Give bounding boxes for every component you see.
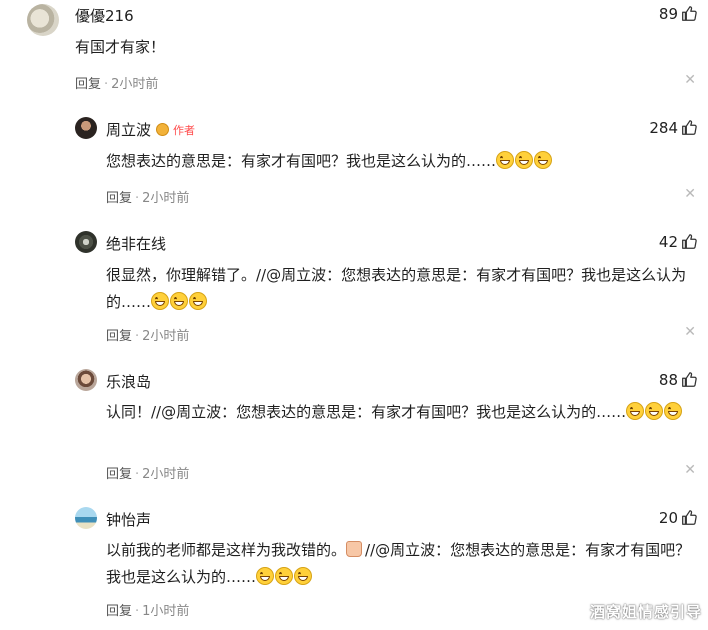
grinning-face-emoji: [294, 567, 313, 585]
username-text: 周立波: [106, 121, 152, 139]
grinning-face-emoji: [645, 402, 664, 420]
thumbs-up-emoji: [346, 541, 363, 557]
comment-text: 您想表达的意思是：有家才有国吧？我也是这么认为的……: [106, 148, 696, 175]
avatar[interactable]: [75, 507, 97, 529]
timestamp: 2小时前: [142, 191, 190, 206]
thumbs-up-icon: [682, 372, 697, 387]
reply-button[interactable]: 回复: [106, 329, 132, 344]
username[interactable]: 優優216: [75, 5, 134, 26]
like-count: 284: [649, 119, 678, 137]
verified-badge-icon: [156, 123, 170, 136]
comment-text: 以前我的老师都是这样为我改错的。//@周立波：您想表达的意思是：有家才有国吧？我…: [106, 537, 702, 591]
grinning-face-emoji: [189, 292, 208, 310]
like-count: 88: [658, 371, 678, 389]
username[interactable]: 钟怡声: [106, 509, 151, 530]
comment-text: 认同！//@周立波：您想表达的意思是：有家才有国吧？我也是这么认为的……: [106, 399, 702, 426]
like-count: 89: [658, 5, 678, 23]
thumbs-up-icon: [682, 6, 697, 21]
timestamp: 2小时前: [111, 77, 159, 92]
comment-meta: 回复 · 2小时前: [106, 329, 190, 344]
avatar[interactable]: [75, 117, 97, 139]
grinning-face-emoji: [496, 151, 515, 169]
thumbs-up-icon: [682, 234, 697, 249]
author-badge: 作者: [173, 123, 196, 137]
comment-text-before: 以前我的老师都是这样为我改错的。: [106, 541, 347, 559]
comment-text-body: 认同！//@周立波：您想表达的意思是：有家才有国吧？我也是这么认为的……: [106, 403, 627, 421]
like-count: 20: [658, 509, 678, 527]
like-button[interactable]: 20: [659, 509, 698, 527]
close-icon[interactable]: ✕: [684, 324, 696, 340]
reply-button[interactable]: 回复: [106, 191, 132, 206]
close-icon[interactable]: ✕: [684, 72, 696, 88]
timestamp: 2小时前: [142, 329, 190, 344]
reply-button[interactable]: 回复: [75, 77, 101, 92]
like-button[interactable]: 284: [649, 119, 698, 137]
grinning-face-emoji: [256, 567, 275, 585]
grinning-face-emoji: [170, 292, 189, 310]
avatar[interactable]: [75, 231, 97, 253]
thumbs-up-icon: [682, 120, 697, 135]
grinning-face-emoji: [275, 567, 294, 585]
comment-meta: 回复 · 2小时前: [106, 191, 190, 206]
avatar[interactable]: [27, 4, 59, 36]
grinning-face-emoji: [626, 402, 645, 420]
avatar[interactable]: [75, 369, 97, 391]
comment-text-body: 您想表达的意思是：有家才有国吧？我也是这么认为的……: [106, 152, 497, 170]
like-button[interactable]: 88: [659, 371, 698, 389]
username[interactable]: 乐浪岛: [106, 371, 151, 392]
comment-meta: 回复 · 2小时前: [75, 77, 159, 92]
comment-text: 很显然，你理解错了。//@周立波：您想表达的意思是：有家才有国吧？我也是这么认为…: [106, 262, 702, 316]
comment-meta: 回复 · 2小时前: [106, 467, 190, 482]
reply-button[interactable]: 回复: [106, 467, 132, 482]
thumbs-up-icon: [682, 510, 697, 525]
like-button[interactable]: 89: [659, 5, 698, 23]
watermark: 酒窝姐情感引导: [589, 603, 702, 621]
grinning-face-emoji: [664, 402, 683, 420]
username[interactable]: 绝非在线: [106, 233, 166, 254]
like-count: 42: [658, 233, 678, 251]
username[interactable]: 周立波 作者: [106, 119, 195, 140]
comment-meta: 回复 · 1小时前: [106, 604, 190, 619]
grinning-face-emoji: [515, 151, 534, 169]
timestamp: 2小时前: [142, 467, 190, 482]
grinning-face-emoji: [534, 151, 553, 169]
like-button[interactable]: 42: [659, 233, 698, 251]
timestamp: 1小时前: [142, 604, 190, 619]
close-icon[interactable]: ✕: [684, 462, 696, 478]
close-icon[interactable]: ✕: [684, 186, 696, 202]
comment-text: 有国才有家！: [75, 38, 166, 56]
reply-button[interactable]: 回复: [106, 604, 132, 619]
grinning-face-emoji: [151, 292, 170, 310]
